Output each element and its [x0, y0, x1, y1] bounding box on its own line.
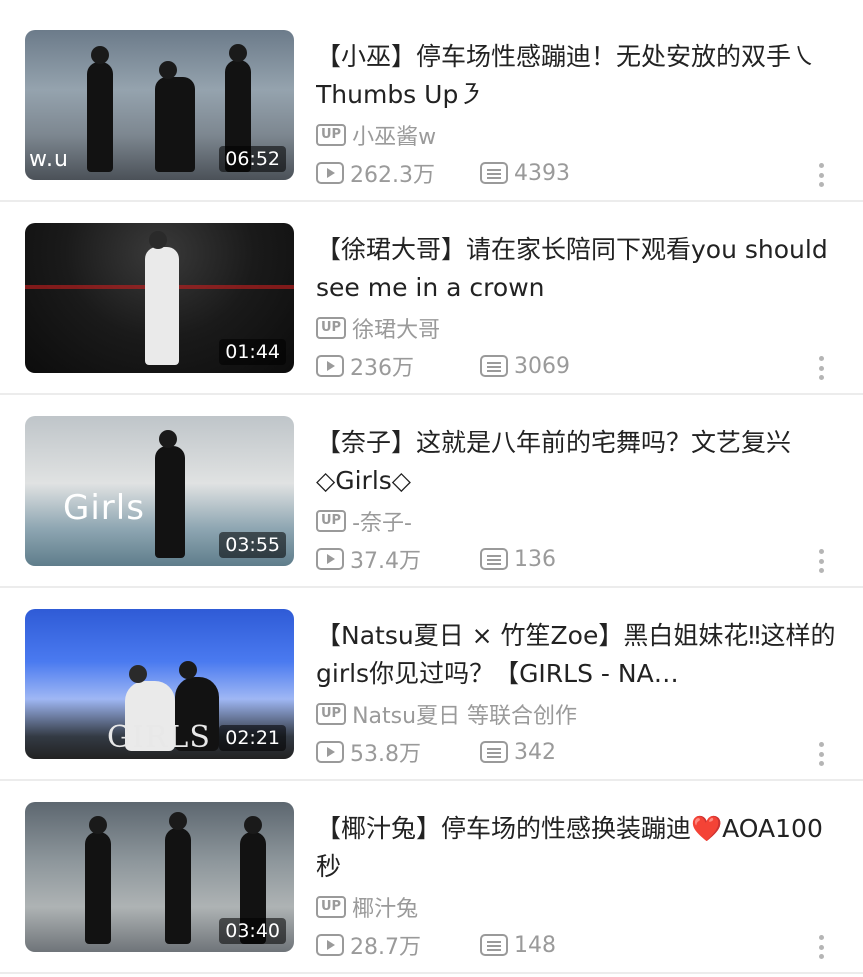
uploader-line[interactable]: UP 小巫酱w — [316, 120, 436, 150]
play-count-icon — [316, 162, 344, 184]
view-count: 262.3万 — [316, 157, 480, 189]
video-card[interactable]: 01:44 【徐珺大哥】请在家长陪同下观看you should see me i… — [0, 203, 863, 396]
uploader-name: 徐珺大哥 — [352, 318, 441, 343]
play-count-icon — [316, 548, 344, 570]
danmaku-icon — [480, 355, 508, 377]
video-card[interactable]: w.u 06:52 【小巫】停车场性感蹦迪！无处安放的双手㇏Thumbs Up㇋… — [0, 10, 863, 203]
video-duration: 01:44 — [219, 339, 286, 365]
danmaku-icon — [480, 162, 508, 184]
thumbnail-overlay-text: w.u — [29, 147, 69, 172]
danmaku-icon — [480, 548, 508, 570]
divider — [0, 586, 863, 588]
video-thumbnail[interactable]: w.u 06:52 — [25, 30, 294, 180]
video-duration: 02:21 — [219, 725, 286, 751]
video-stats: 28.7万 148 — [316, 929, 556, 961]
more-vertical-icon[interactable] — [817, 163, 825, 187]
thumbnail-overlay-text: Girls — [63, 488, 145, 528]
divider — [0, 200, 863, 202]
video-title[interactable]: 【椰汁兔】停车场的性感换装蹦迪❤️AOA100秒 — [316, 810, 841, 886]
danmaku-icon — [480, 934, 508, 956]
video-title[interactable]: 【徐珺大哥】请在家长陪同下观看you should see me in a cr… — [316, 231, 841, 307]
video-list: w.u 06:52 【小巫】停车场性感蹦迪！无处安放的双手㇏Thumbs Up㇋… — [0, 0, 863, 977]
danmaku-count: 148 — [480, 933, 556, 958]
danmaku-count: 3069 — [480, 354, 570, 379]
video-thumbnail[interactable]: 01:44 — [25, 223, 294, 373]
video-title[interactable]: 【小巫】停车场性感蹦迪！无处安放的双手㇏Thumbs Up㇋ — [316, 38, 841, 114]
video-card[interactable]: GIRLS 02:21 【Natsu夏日 × 竹笙Zoe】黑白姐妹花‼这样的gi… — [0, 589, 863, 782]
thumbnail-overlay-text: GIRLS — [107, 720, 211, 755]
danmaku-count-value: 342 — [514, 739, 556, 765]
video-stats: 236万 3069 — [316, 350, 570, 382]
up-badge-icon: UP — [316, 703, 347, 725]
video-thumbnail[interactable]: 03:40 — [25, 802, 294, 952]
danmaku-count-value: 4393 — [514, 160, 570, 186]
danmaku-count: 4393 — [480, 161, 570, 186]
video-title[interactable]: 【Natsu夏日 × 竹笙Zoe】黑白姐妹花‼这样的girls你见过吗？【GIR… — [316, 617, 841, 693]
uploader-line[interactable]: UP -奈子- — [316, 506, 412, 536]
play-count-icon — [316, 741, 344, 763]
danmaku-icon — [480, 741, 508, 763]
video-stats: 262.3万 4393 — [316, 157, 570, 189]
uploader-line[interactable]: UP 椰汁兔 — [316, 892, 418, 922]
view-count: 236万 — [316, 350, 480, 382]
up-badge-icon: UP — [316, 896, 347, 918]
uploader-name: 椰汁兔 — [352, 897, 419, 922]
danmaku-count-value: 148 — [514, 932, 556, 958]
more-vertical-icon[interactable] — [817, 742, 825, 766]
view-count-value: 236万 — [350, 356, 414, 381]
up-badge-icon: UP — [316, 124, 347, 146]
video-stats: 37.4万 136 — [316, 543, 556, 575]
view-count: 37.4万 — [316, 543, 480, 575]
view-count-value: 53.8万 — [350, 742, 421, 767]
video-title[interactable]: 【奈子】这就是八年前的宅舞吗？文艺复兴◇Girls◇ — [316, 424, 841, 500]
divider — [0, 972, 863, 974]
more-vertical-icon[interactable] — [817, 549, 825, 573]
up-badge-icon: UP — [316, 510, 347, 532]
danmaku-count: 342 — [480, 740, 556, 765]
play-count-icon — [316, 355, 344, 377]
uploader-name: 小巫酱w — [352, 125, 437, 150]
view-count: 53.8万 — [316, 736, 480, 768]
uploader-line[interactable]: UP Natsu夏日 等联合创作 — [316, 699, 577, 729]
uploader-name: -奈子- — [352, 511, 412, 536]
divider — [0, 393, 863, 395]
play-count-icon — [316, 934, 344, 956]
up-badge-icon: UP — [316, 317, 347, 339]
more-vertical-icon[interactable] — [817, 356, 825, 380]
video-stats: 53.8万 342 — [316, 736, 556, 768]
uploader-name: Natsu夏日 等联合创作 — [352, 704, 578, 729]
view-count: 28.7万 — [316, 929, 480, 961]
danmaku-count-value: 3069 — [514, 353, 570, 379]
view-count-value: 37.4万 — [350, 549, 421, 574]
danmaku-count-value: 136 — [514, 546, 556, 572]
video-card[interactable]: 03:40 【椰汁兔】停车场的性感换装蹦迪❤️AOA100秒 UP 椰汁兔 28… — [0, 782, 863, 975]
danmaku-count: 136 — [480, 547, 556, 572]
video-thumbnail[interactable]: Girls 03:55 — [25, 416, 294, 566]
view-count-value: 262.3万 — [350, 163, 435, 188]
video-thumbnail[interactable]: GIRLS 02:21 — [25, 609, 294, 759]
video-duration: 03:55 — [219, 532, 286, 558]
view-count-value: 28.7万 — [350, 935, 421, 960]
more-vertical-icon[interactable] — [817, 935, 825, 959]
video-duration: 06:52 — [219, 146, 286, 172]
video-duration: 03:40 — [219, 918, 286, 944]
uploader-line[interactable]: UP 徐珺大哥 — [316, 313, 440, 343]
divider — [0, 779, 863, 781]
video-card[interactable]: Girls 03:55 【奈子】这就是八年前的宅舞吗？文艺复兴◇Girls◇ U… — [0, 396, 863, 589]
